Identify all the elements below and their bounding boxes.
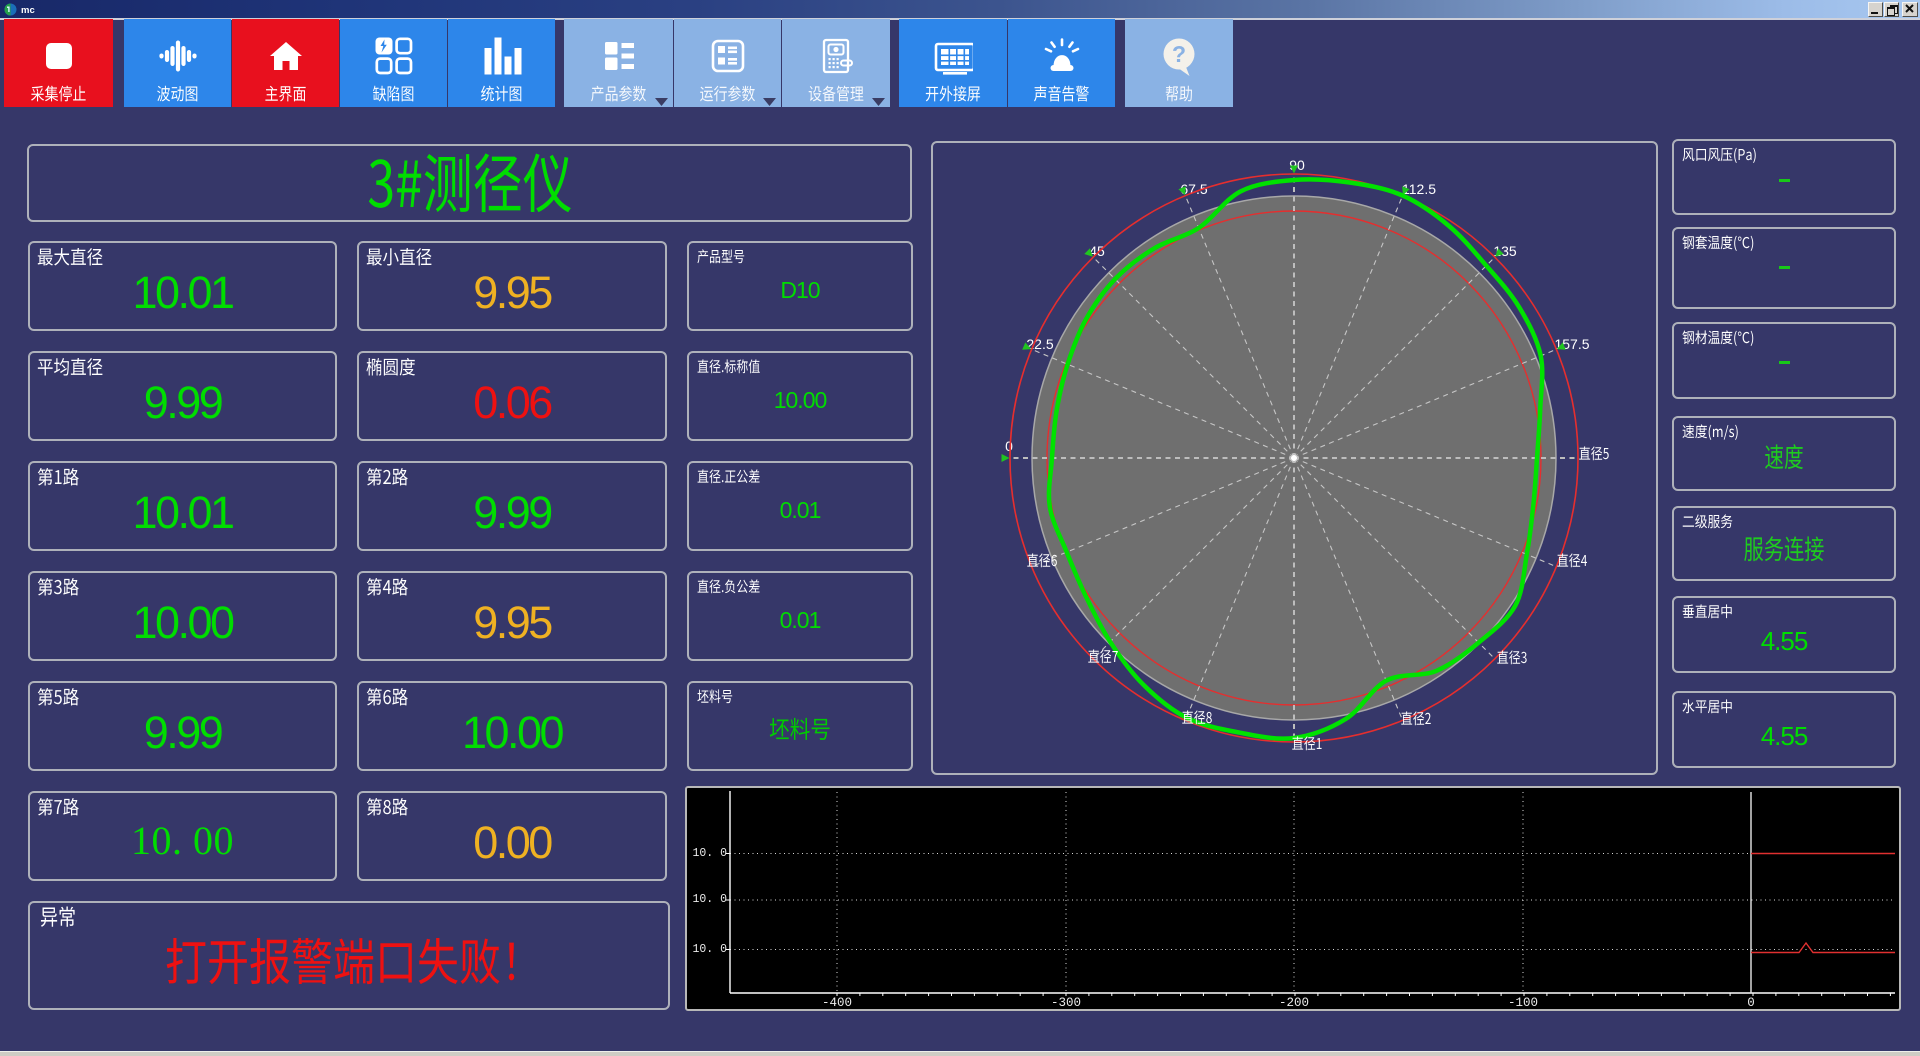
svg-text:?: ?: [1172, 41, 1186, 67]
